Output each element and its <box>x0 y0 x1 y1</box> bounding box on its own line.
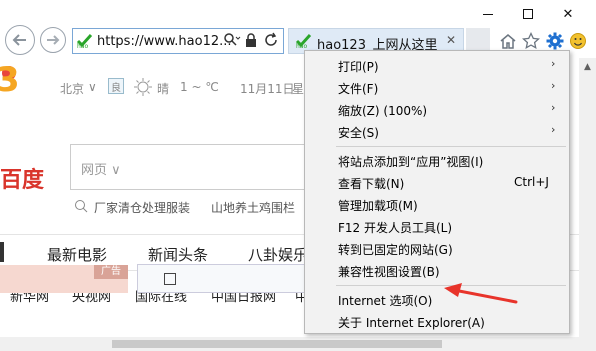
menu-item-label: 安全(S) <box>338 126 379 140</box>
menu-item-add-to-apps[interactable]: 将站点添加到“应用”视图(I) <box>305 149 569 171</box>
menu-item-label: Internet 选项(O) <box>338 294 433 308</box>
menu-item-label: 文件(F) <box>338 82 379 96</box>
weather-date: 11月11日 <box>240 82 295 96</box>
vertical-scrollbar[interactable]: ▲ <box>579 58 596 337</box>
submenu-arrow-icon: › <box>551 101 556 114</box>
checkbox-icon <box>164 273 176 285</box>
menu-item-label: 关于 Internet Explorer(A) <box>338 316 485 330</box>
category-marker <box>0 242 4 262</box>
category-link[interactable]: 最新电影 <box>47 244 107 265</box>
weather-condition: 晴 <box>157 82 170 96</box>
tab-close-icon[interactable]: ✕ <box>446 33 456 47</box>
menu-item-label: 打印(P) <box>338 60 379 74</box>
back-button[interactable] <box>5 25 35 55</box>
minimize-icon <box>483 13 493 15</box>
menu-item-label: 将站点添加到“应用”视图(I) <box>338 155 484 169</box>
search-icon <box>74 199 88 216</box>
hao123-favicon: hao <box>76 33 93 49</box>
menu-item-manage-addons[interactable]: 管理加载项(M) <box>305 193 569 215</box>
settings-gear-icon[interactable] <box>545 31 565 51</box>
menu-item-compat-view[interactable]: 兼容性视图设置(B) <box>305 259 569 281</box>
home-icon[interactable] <box>498 31 518 51</box>
menu-item-zoom[interactable]: 缩放(Z) (100%) › <box>305 98 569 120</box>
hao123-favicon: hao <box>295 33 312 49</box>
address-bar[interactable]: hao https://www.hao12... <box>72 28 284 54</box>
tools-menu: 打印(P) › 文件(F) › 缩放(Z) (100%) › 安全(S) › 将… <box>304 50 570 334</box>
maximize-icon <box>523 9 533 19</box>
lock-icon[interactable] <box>245 32 257 52</box>
smiley-feedback-icon[interactable] <box>568 31 588 51</box>
menu-item-pinned-sites[interactable]: 转到已固定的网站(G) <box>305 237 569 259</box>
submenu-arrow-icon: › <box>551 57 556 70</box>
favorites-star-icon[interactable] <box>521 31 541 51</box>
menu-item-label: 转到已固定的网站(G) <box>338 243 453 257</box>
refresh-icon[interactable] <box>263 32 279 52</box>
menu-item-print[interactable]: 打印(P) › <box>305 54 569 76</box>
svg-text:hao: hao <box>296 43 307 49</box>
menu-item-label: 管理加载项(M) <box>338 199 418 213</box>
menu-item-view-downloads[interactable]: 查看下载(N) Ctrl+J <box>305 171 569 193</box>
search-type-select[interactable]: 网页 ∨ <box>81 159 121 178</box>
menu-item-about-ie[interactable]: 关于 Internet Explorer(A) <box>305 310 569 332</box>
submenu-arrow-icon: › <box>551 123 556 136</box>
scroll-thumb[interactable] <box>112 340 442 348</box>
menu-item-safety[interactable]: 安全(S) › <box>305 120 569 142</box>
weather-extra: 星 <box>292 82 305 96</box>
category-link[interactable]: 八卦娱乐 <box>248 244 308 265</box>
search-input[interactable]: 网页 ∨ <box>70 144 320 190</box>
hao123-logo[interactable]: 3 <box>0 60 20 100</box>
svg-text:hao: hao <box>77 43 88 49</box>
back-arrow-icon <box>12 34 26 46</box>
menu-item-label: F12 开发人员工具(L) <box>338 221 453 235</box>
content-card[interactable] <box>137 264 307 293</box>
weather-city[interactable]: 北京 <box>60 80 84 97</box>
forward-arrow-icon <box>47 35 60 45</box>
menu-item-file[interactable]: 文件(F) › <box>305 76 569 98</box>
menu-separator <box>336 146 566 147</box>
forward-button[interactable] <box>40 27 66 53</box>
category-link[interactable]: 新闻头条 <box>148 244 208 265</box>
ad-label: 广告 <box>94 265 128 279</box>
search-dropdown-icon[interactable] <box>223 32 241 52</box>
horizontal-scrollbar[interactable] <box>0 337 596 351</box>
weather-temperature: 1 ~ ℃ <box>180 80 219 94</box>
menu-item-internet-options[interactable]: Internet 选项(O) <box>305 288 569 310</box>
menu-item-label: 缩放(Z) (100%) <box>338 104 428 118</box>
hot-search-link[interactable]: 厂家清仓处理服装 <box>94 199 190 216</box>
menu-item-f12-devtools[interactable]: F12 开发人员工具(L) <box>305 215 569 237</box>
scroll-up-icon[interactable]: ▲ <box>579 58 596 75</box>
url-text[interactable]: https://www.hao12... <box>97 34 232 49</box>
menu-item-label: 查看下载(N) <box>338 177 405 191</box>
chevron-down-icon: ∨ <box>88 80 97 94</box>
annotation-arrow-icon <box>444 283 518 304</box>
submenu-arrow-icon: › <box>551 79 556 92</box>
hot-search-link[interactable]: 山地养土鸡围栏 <box>211 199 295 216</box>
air-quality-badge: 良 <box>108 78 124 94</box>
menu-item-label: 兼容性视图设置(B) <box>338 265 440 279</box>
baidu-logo[interactable]: 百度 <box>0 162 44 194</box>
sun-icon <box>133 77 153 100</box>
menu-item-shortcut: Ctrl+J <box>514 175 549 189</box>
